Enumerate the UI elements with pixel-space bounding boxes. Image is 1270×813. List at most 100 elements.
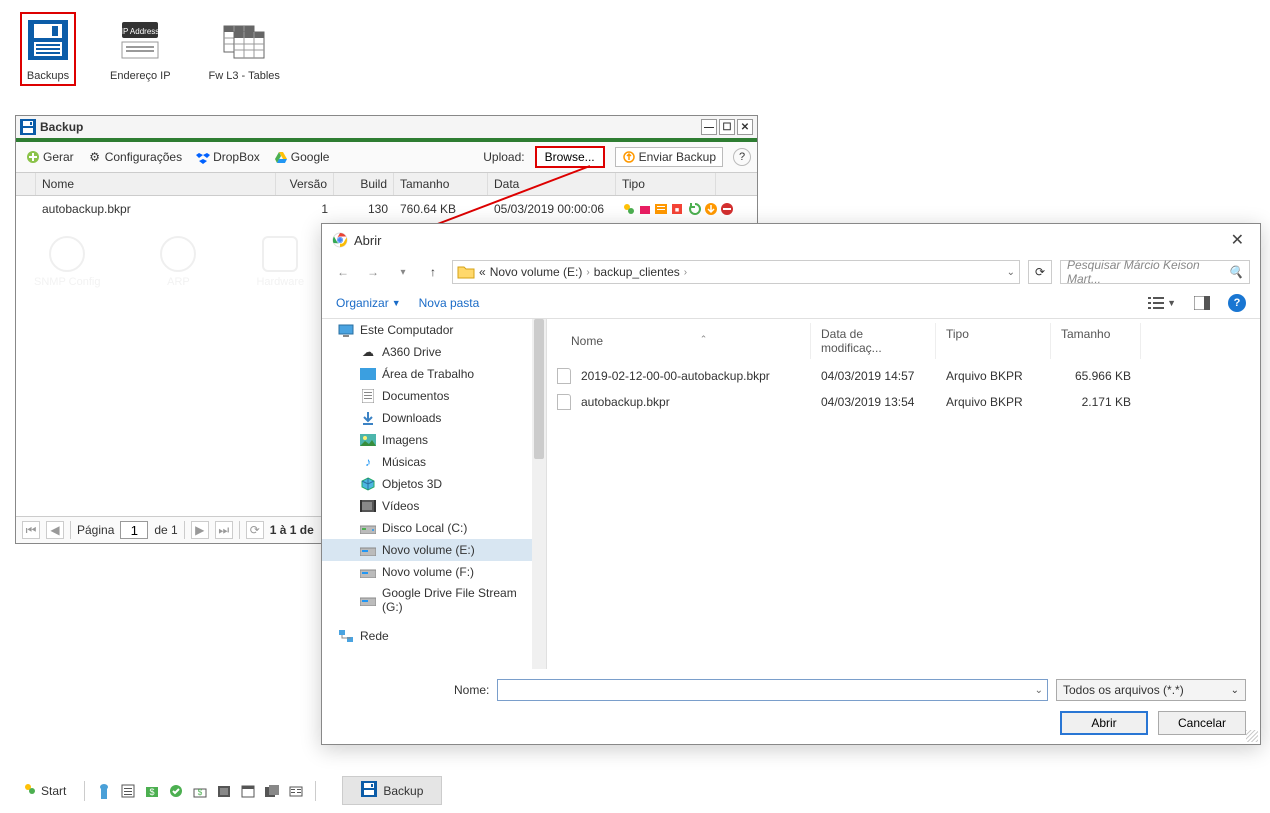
chevron-down-icon: ▼ <box>1167 298 1176 308</box>
taskbar-icon[interactable] <box>263 782 281 800</box>
dialog-title-bar[interactable]: Abrir ✕ <box>322 224 1260 256</box>
ip-address-icon: IP Address <box>116 16 164 64</box>
table-row[interactable]: autobackup.bkpr 1 130 760.64 KB 05/03/20… <box>16 196 757 222</box>
sidebar-item-documentos[interactable]: Documentos <box>322 385 546 407</box>
dropbox-button[interactable]: DropBox <box>192 148 264 166</box>
maximize-button[interactable]: ☐ <box>719 119 735 135</box>
preview-pane-button[interactable] <box>1194 296 1210 310</box>
sidebar-item-imagens[interactable]: Imagens <box>322 429 546 451</box>
col-header-tipo[interactable]: Tipo <box>616 173 716 195</box>
taskbar-icon[interactable]: $ <box>143 782 161 800</box>
desktop-icon-endereco-ip[interactable]: IP Address Endereço IP <box>106 12 175 86</box>
pager-last-button[interactable]: ⏭ <box>215 521 233 539</box>
open-button[interactable]: Abrir <box>1060 711 1148 735</box>
file-type-filter[interactable]: Todos os arquivos (*.*) ⌄ <box>1056 679 1246 701</box>
resize-grip[interactable] <box>1246 730 1258 742</box>
breadcrumb[interactable]: « Novo volume (E:) › backup_clientes › ⌄ <box>452 260 1020 284</box>
sidebar-item-desktop[interactable]: Área de Trabalho <box>322 363 546 385</box>
gerar-button[interactable]: Gerar <box>22 148 78 166</box>
sidebar-item-este-computador[interactable]: Este Computador <box>322 319 546 341</box>
desktop-icon-fw-tables[interactable]: Fw L3 - Tables <box>205 12 284 86</box>
cell-nome: autobackup.bkpr <box>36 198 276 220</box>
start-button[interactable]: Start <box>15 778 74 803</box>
col-header-nome[interactable]: Nome ⌃ <box>547 323 811 359</box>
enviar-backup-button[interactable]: Enviar Backup <box>615 147 723 167</box>
breadcrumb-sep[interactable]: « <box>479 265 486 279</box>
sidebar-item-volume-e[interactable]: Novo volume (E:) <box>322 539 546 561</box>
col-header-data[interactable]: Data <box>488 173 616 195</box>
close-button[interactable]: ✕ <box>737 119 753 135</box>
document-icon <box>360 388 376 404</box>
minimize-button[interactable]: — <box>701 119 717 135</box>
upload-icon <box>622 150 636 164</box>
sidebar-item-objetos3d[interactable]: Objetos 3D <box>322 473 546 495</box>
taskbar-icon[interactable] <box>239 782 257 800</box>
filename-dropdown[interactable]: ⌄ <box>1035 685 1043 696</box>
window-title-bar[interactable]: Backup — ☐ ✕ <box>16 116 757 142</box>
sidebar-item-videos[interactable]: Vídeos <box>322 495 546 517</box>
file-icon <box>557 368 571 384</box>
search-icon: 🔍 <box>1228 265 1243 279</box>
breadcrumb-seg[interactable]: Novo volume (E:) <box>490 265 583 279</box>
sidebar-item-downloads[interactable]: Downloads <box>322 407 546 429</box>
filename-input[interactable] <box>502 683 1034 697</box>
col-header-tipo[interactable]: Tipo <box>936 323 1051 359</box>
col-header-data[interactable]: Data de modificaç... <box>811 323 936 359</box>
sidebar-item-rede[interactable]: Rede <box>322 625 546 647</box>
window-title: Backup <box>40 120 83 134</box>
pager-prev-button[interactable]: ◀ <box>46 521 64 539</box>
sidebar-item-volume-f[interactable]: Novo volume (F:) <box>322 561 546 583</box>
nav-back-button[interactable]: ← <box>332 261 354 283</box>
sidebar-scrollbar[interactable] <box>532 319 546 669</box>
type-icon <box>622 202 636 216</box>
refresh-icon[interactable] <box>688 202 702 216</box>
video-icon <box>360 498 376 514</box>
nav-up-button[interactable]: ↑ <box>422 261 444 283</box>
organizar-button[interactable]: Organizar ▼ <box>336 296 401 310</box>
col-header-tamanho[interactable]: Tamanho <box>394 173 488 195</box>
col-header-nome[interactable]: Nome <box>36 173 276 195</box>
download-icon[interactable] <box>704 202 718 216</box>
pager-next-button[interactable]: ▶ <box>191 521 209 539</box>
google-button[interactable]: Google <box>270 148 334 166</box>
refresh-button[interactable]: ⟳ <box>1028 260 1052 284</box>
help-button[interactable]: ? <box>1228 294 1246 312</box>
col-header-build[interactable]: Build <box>334 173 394 195</box>
taskbar-icon[interactable] <box>119 782 137 800</box>
col-header-versao[interactable]: Versão <box>276 173 334 195</box>
cell-data: 05/03/2019 00:00:06 <box>488 198 616 220</box>
nova-pasta-button[interactable]: Nova pasta <box>419 296 480 310</box>
taskbar-icon[interactable] <box>167 782 185 800</box>
pager-first-button[interactable]: ⏮ <box>22 521 40 539</box>
filename-input-wrapper: ⌄ <box>497 679 1048 701</box>
sidebar-item-google-drive[interactable]: Google Drive File Stream (G:) <box>322 583 546 617</box>
breadcrumb-seg[interactable]: backup_clientes <box>594 265 680 279</box>
pager-refresh-button[interactable]: ⟳ <box>246 521 264 539</box>
start-icon <box>23 782 37 799</box>
browse-button[interactable]: Browse... <box>535 146 605 168</box>
col-header-tamanho[interactable]: Tamanho <box>1051 323 1141 359</box>
desktop-icon-backups[interactable]: Backups <box>20 12 76 86</box>
nav-forward-button[interactable]: → <box>362 261 384 283</box>
close-button[interactable]: ✕ <box>1225 230 1250 250</box>
pager-page-input[interactable] <box>120 521 148 539</box>
taskbar-icon[interactable] <box>95 782 113 800</box>
taskbar-icon[interactable]: $ <box>191 782 209 800</box>
breadcrumb-dropdown[interactable]: ⌄ <box>1007 267 1015 278</box>
taskbar-icon[interactable] <box>287 782 305 800</box>
delete-icon[interactable] <box>720 202 734 216</box>
sidebar-item-disco-c[interactable]: Disco Local (C:) <box>322 517 546 539</box>
sidebar-item-musicas[interactable]: ♪Músicas <box>322 451 546 473</box>
search-input[interactable]: Pesquisar Márcio Keison Mart... 🔍 <box>1060 260 1250 284</box>
file-row[interactable]: autobackup.bkpr 04/03/2019 13:54 Arquivo… <box>547 389 1260 415</box>
view-mode-button[interactable]: ▼ <box>1148 296 1176 310</box>
file-row[interactable]: 2019-02-12-00-00-autobackup.bkpr 04/03/2… <box>547 363 1260 389</box>
sidebar-item-a360[interactable]: ☁A360 Drive <box>322 341 546 363</box>
taskbar-app-backup[interactable]: Backup <box>342 776 442 805</box>
help-button[interactable]: ? <box>733 148 751 166</box>
cancel-button[interactable]: Cancelar <box>1158 711 1246 735</box>
type-icon: ■ <box>670 202 684 216</box>
taskbar-icon[interactable] <box>215 782 233 800</box>
configuracoes-button[interactable]: ⚙ Configurações <box>84 148 186 166</box>
nav-recent-button[interactable]: ▾ <box>392 261 414 283</box>
